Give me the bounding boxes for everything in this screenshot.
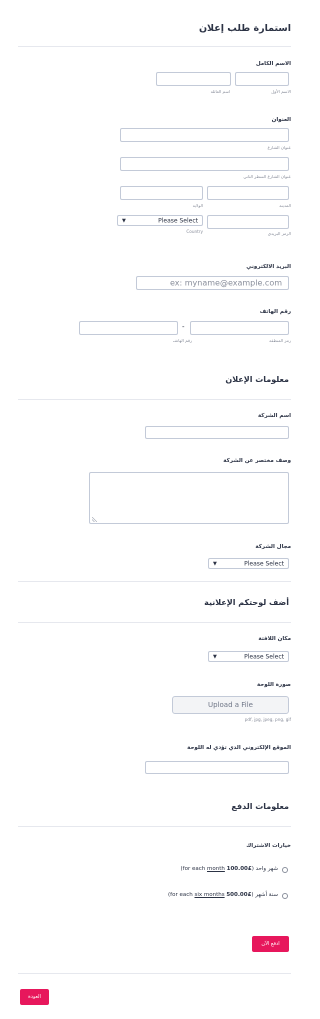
ad-request-form: استمارة طلب إعلان الاسم الكامل الاسم الأ… — [0, 0, 310, 1019]
zip-sublabel: الرمز البريدي — [267, 231, 291, 236]
divider — [18, 826, 291, 827]
company-field-select[interactable]: ▼ Please Select — [208, 558, 289, 569]
board-location-label: مكان اللافتة — [258, 636, 291, 642]
divider — [18, 622, 291, 623]
street-input[interactable] — [120, 128, 289, 142]
pay-now-button[interactable]: ادفع الآن — [252, 936, 289, 952]
street2-sublabel: عنوان الشارع السطر الثاني — [243, 174, 291, 179]
back-button[interactable]: العودة — [20, 989, 49, 1005]
email-label: البريد الالكتروني — [246, 264, 291, 270]
board-website-label: الموقع الإلكتروني الذي تؤدي له اللوحة — [187, 745, 291, 751]
section-board-title: أضف لوحتكم الإعلانية — [204, 598, 289, 607]
street-sublabel: عنوان الشارع — [267, 145, 291, 150]
option-one-month-label[interactable]: شهر واحد (for each month 100.00£) — [181, 866, 278, 872]
email-input[interactable]: ex: myname@example.com — [136, 276, 289, 290]
divider — [18, 581, 291, 582]
company-desc-textarea[interactable] — [89, 472, 289, 524]
upload-types: pdf, jpg, jpeg, png, gif — [244, 717, 291, 722]
company-field-label: مجال الشركة — [255, 544, 291, 550]
first-name-input[interactable] — [235, 72, 289, 86]
phone-number-input[interactable] — [79, 321, 178, 335]
last-name-sublabel: اسم العائلة — [210, 89, 230, 94]
option-one-month-price: (for each month 100.00£) — [180, 866, 254, 872]
divider — [18, 973, 291, 974]
chevron-down-icon: ▼ — [213, 653, 217, 660]
option-one-month-name: شهر واحد — [255, 866, 278, 872]
option-six-months-price: (for each six months 500.00£) — [168, 892, 254, 898]
option-six-months-name: سنة أشهر — [255, 892, 278, 898]
country-select-value: Please Select — [158, 217, 198, 224]
form-title: استمارة طلب إعلان — [198, 23, 291, 34]
country-select[interactable]: ▼ Please Select — [117, 215, 203, 226]
board-website-input[interactable] — [145, 761, 289, 774]
option-one-month-radio[interactable] — [282, 867, 288, 873]
chevron-down-icon: ▼ — [213, 560, 217, 567]
divider — [18, 399, 291, 400]
phone-label: رقم الهاتف — [259, 309, 291, 315]
zip-input[interactable] — [207, 215, 289, 229]
phone-dash: - — [182, 323, 185, 331]
email-placeholder: ex: myname@example.com — [169, 278, 282, 288]
full-name-label: الاسم الكامل — [255, 61, 291, 67]
resize-handle-icon — [92, 517, 97, 522]
board-image-label: صورة اللوحة — [256, 682, 291, 688]
area-code-input[interactable] — [190, 321, 289, 335]
street2-input[interactable] — [120, 157, 289, 171]
area-code-sublabel: رمز المنطقة — [269, 338, 291, 343]
board-location-value: Please Select — [244, 653, 284, 660]
state-input[interactable] — [120, 186, 203, 200]
company-desc-label: وصف مختصر عن الشركة — [223, 458, 291, 464]
divider — [18, 46, 291, 47]
address-label: العنوان — [271, 117, 291, 123]
board-location-select[interactable]: ▼ Please Select — [208, 651, 289, 662]
option-six-months-radio[interactable] — [282, 893, 288, 899]
phone-number-sublabel: رقم الهاتف — [172, 338, 192, 343]
option-six-months-label[interactable]: سنة أشهر (for each six months 500.00£) — [168, 892, 278, 898]
city-sublabel: المدينة — [279, 203, 291, 208]
first-name-sublabel: الاسم الأول — [271, 89, 291, 94]
upload-file-button[interactable]: Upload a File — [172, 696, 289, 714]
state-sublabel: الولاية — [192, 203, 203, 208]
section-ad-title: معلومات الإعلان — [225, 375, 289, 384]
company-field-value: Please Select — [244, 560, 284, 567]
chevron-down-icon: ▼ — [122, 217, 126, 224]
company-name-label: اسم الشركة — [257, 413, 291, 419]
section-payment-title: معلومات الدفع — [231, 802, 289, 811]
subscription-options-label: خيارات الاشتراك — [246, 843, 291, 849]
last-name-input[interactable] — [156, 72, 231, 86]
country-sublabel: Country — [186, 229, 203, 234]
city-input[interactable] — [207, 186, 289, 200]
company-name-input[interactable] — [145, 426, 289, 439]
